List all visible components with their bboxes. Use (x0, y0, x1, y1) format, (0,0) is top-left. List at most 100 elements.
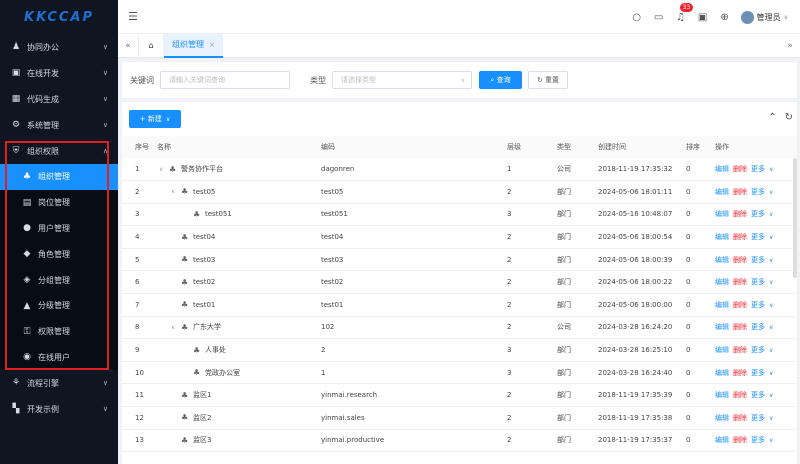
edit-link[interactable]: 编辑 (715, 323, 729, 331)
table-row[interactable]: 13 ♣ 监区3 yinmai.productive 2 部门 2018-11-19 17:… (122, 429, 797, 453)
delete-link[interactable]: 删除 (733, 323, 747, 331)
delete-link[interactable]: 删除 (733, 436, 747, 444)
table-row[interactable]: 5 ♣ test03 test03 2 部门 2024-05-06 18:00:39 0 编辑删… (122, 248, 797, 272)
sidebar-group-org-permission[interactable]: ⛨ 组织权限 ∧ (0, 138, 118, 164)
sidebar-subitem-group[interactable]: ◈ 分组管理 (0, 267, 118, 293)
edit-link[interactable]: 编辑 (715, 278, 729, 286)
home-tab[interactable]: ⌂ (138, 33, 164, 58)
sidebar-item-image[interactable]: ▣ 在线开发 ∨ (0, 60, 118, 86)
table-row[interactable]: 11 ♣ 监区1 yinmai.research 2 部门 2018-11-19 17:35… (122, 383, 797, 408)
delete-link[interactable]: 删除 (733, 165, 747, 173)
cell-level: 3 (507, 338, 557, 362)
edit-link[interactable]: 编辑 (715, 301, 729, 309)
org-node-icon: ♣ (181, 413, 189, 423)
delete-link[interactable]: 删除 (733, 391, 747, 399)
more-link[interactable]: 更多 (751, 369, 765, 377)
more-link[interactable]: 更多 (751, 436, 765, 444)
delete-link[interactable]: 删除 (733, 210, 747, 218)
scrollbar[interactable] (793, 158, 797, 278)
sidebar-subitem-role[interactable]: ◆ 角色管理 (0, 241, 118, 267)
cell-level: 1 (507, 158, 557, 182)
header-cell: 类型 (557, 136, 598, 158)
table-row[interactable]: 2 ∨ ♣ test05 test05 2 部门 2024-05-06 18:01:11 0 编辑… (122, 180, 797, 204)
delete-link[interactable]: 删除 (733, 369, 747, 377)
table-row[interactable]: 10 ♣ 党政办公室 1 3 部门 2024-03-28 16:24:40 0 编辑 删除 更多 ∨ (122, 361, 797, 385)
more-link[interactable]: 更多 (751, 278, 765, 286)
sidebar-subitem-user[interactable]: ● 用户管理 (0, 216, 118, 242)
more-link[interactable]: 更多 (751, 301, 765, 309)
collapse-all-icon[interactable]: ⌃ (768, 112, 776, 123)
type-select[interactable]: 请选择类型 ∨ (332, 71, 472, 89)
globe-icon[interactable]: ⊕ (719, 11, 731, 23)
keyword-input[interactable]: 请输入关键词查询 (160, 71, 290, 89)
more-link[interactable]: 更多 (751, 323, 765, 331)
expand-chevron-icon[interactable]: ∨ (159, 166, 169, 173)
table-row[interactable]: 6 ♣ test02 test02 2 部门 2024-05-06 18:00:22 0 编辑删… (122, 270, 797, 295)
bell-icon[interactable]: ♫ 33 (675, 3, 694, 23)
more-link[interactable]: 更多 (751, 391, 765, 399)
expand-chevron-icon[interactable]: ∨ (171, 188, 181, 195)
table-row[interactable]: 12 ♣ 监区2 yinmai.sales 2 部门 2018-11-19 17:35:38… (122, 406, 797, 430)
new-button[interactable]: + 新建 ∨ (129, 110, 181, 128)
more-link[interactable]: 更多 (751, 210, 765, 218)
sidebar-item-gear[interactable]: ⚙ 系统管理 ∨ (0, 112, 118, 138)
delete-link[interactable]: 删除 (733, 346, 747, 354)
node-name: test04 (193, 233, 216, 242)
collapse-menu-icon[interactable]: ☰ (128, 10, 138, 23)
delete-link[interactable]: 删除 (733, 301, 747, 309)
reset-button[interactable]: ↻ 重置 (528, 71, 568, 89)
edit-link[interactable]: 编辑 (715, 391, 729, 399)
search-button[interactable]: ⌕ 查询 (479, 71, 522, 89)
delete-link[interactable]: 删除 (733, 256, 747, 264)
edit-link[interactable]: 编辑 (715, 165, 729, 173)
edit-link[interactable]: 编辑 (715, 233, 729, 241)
more-link[interactable]: 更多 (751, 233, 765, 241)
more-link[interactable]: 更多 (751, 188, 765, 196)
tab-scroll-right-icon[interactable]: » (780, 41, 800, 51)
sidebar: KKCCAP ♟ 协同办公 ∨ ▣ 在线开发 ∨ ▦ 代码生成 ∨ ⚙ 系统管理 ∨ ⛨ 组织权限 ∧… (0, 0, 118, 464)
edit-link[interactable]: 编辑 (715, 369, 729, 377)
org-node-icon: ♣ (181, 435, 189, 445)
close-icon[interactable]: × (209, 41, 215, 49)
sidebar-subitem-id-card[interactable]: ▤ 岗位管理 (0, 190, 118, 216)
delete-link[interactable]: 删除 (733, 188, 747, 196)
table-row[interactable]: 3 ♣ test051 test051 3 部门 2024-05-16 10:48:07 0 编… (122, 203, 797, 227)
edit-link[interactable]: 编辑 (715, 188, 729, 196)
delete-link[interactable]: 删除 (733, 278, 747, 286)
expand-chevron-icon[interactable]: ∨ (171, 324, 181, 331)
table-row[interactable]: 1 ∨ ♣ 警务协作平台 dagonren 1 公司 2018-11-19 17:35:32 0… (122, 158, 797, 182)
table-row[interactable]: 8 ∨ ♣ 广东大学 102 2 公司 2024-03-28 16:24:20 0 编辑 删除 更多 ∨ (122, 316, 797, 340)
more-link[interactable]: 更多 (751, 414, 765, 422)
message-icon[interactable]: ▭ (653, 11, 665, 23)
more-link[interactable]: 更多 (751, 256, 765, 264)
table-row[interactable]: 7 ♣ test01 test01 2 部门 2024-05-06 18:00:00 0 编辑删… (122, 293, 797, 317)
sidebar-subitem-org[interactable]: ♣ 组织管理 (0, 164, 118, 190)
edit-link[interactable]: 编辑 (715, 414, 729, 422)
chat-icon[interactable]: ▣ (697, 11, 709, 23)
delete-link[interactable]: 删除 (733, 414, 747, 422)
edit-link[interactable]: 编辑 (715, 436, 729, 444)
sidebar-item-flow[interactable]: ⚘ 流程引擎 ∨ (0, 370, 118, 396)
delete-link[interactable]: 删除 (733, 233, 747, 241)
sidebar-item-apps[interactable]: ▚ 开发示例 ∨ (0, 396, 118, 422)
sidebar-subitem-online-user[interactable]: ◉ 在线用户 (0, 345, 118, 371)
chevron-down-icon: ∨ (102, 379, 108, 388)
sidebar-item-calendar[interactable]: ▦ 代码生成 ∨ (0, 86, 118, 112)
more-link[interactable]: 更多 (751, 165, 765, 173)
logo[interactable]: KKCCAP (0, 0, 118, 34)
table-row[interactable]: 9 ♣ 人事处 2 3 部门 2024-03-28 16:25:10 0 编辑 删除 更多 ∨ (122, 338, 797, 362)
user-menu[interactable]: 管理员 ∨ (740, 10, 788, 24)
tab-scroll-left-icon[interactable]: « (118, 41, 138, 51)
sidebar-item-users[interactable]: ♟ 协同办公 ∨ (0, 34, 118, 60)
tab-org-manage[interactable]: 组织管理 × (164, 33, 223, 58)
edit-link[interactable]: 编辑 (715, 256, 729, 264)
search-icon[interactable]: ○ (631, 11, 643, 23)
sidebar-subitem-key[interactable]: ⚿ 权限管理 (0, 319, 118, 345)
org-node-icon: ♣ (181, 300, 189, 310)
table-row[interactable]: 4 ♣ test04 test04 2 部门 2024-05-06 18:00:54 0 编辑删… (122, 225, 797, 249)
more-link[interactable]: 更多 (751, 346, 765, 354)
edit-link[interactable]: 编辑 (715, 210, 729, 218)
sidebar-subitem-level[interactable]: ▲ 分级管理 (0, 293, 118, 319)
edit-link[interactable]: 编辑 (715, 346, 729, 354)
refresh-icon[interactable]: ↻ (785, 112, 793, 123)
